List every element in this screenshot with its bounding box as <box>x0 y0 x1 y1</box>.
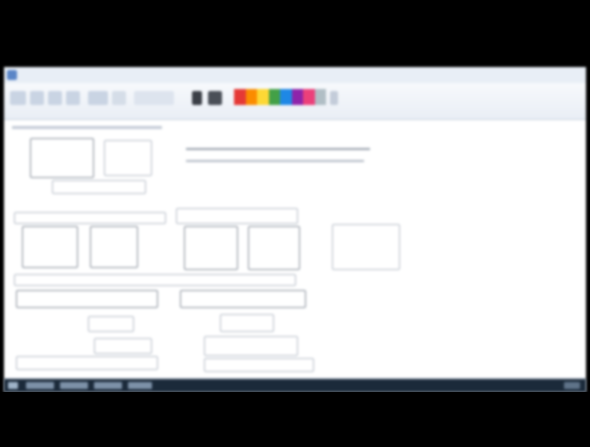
crop-icon[interactable] <box>30 91 44 105</box>
palette-swatch[interactable] <box>303 89 315 105</box>
eraser-icon[interactable] <box>208 91 222 105</box>
task-item-4[interactable] <box>128 382 152 389</box>
brush-icon[interactable] <box>134 91 174 105</box>
color-palette[interactable] <box>234 89 326 105</box>
palette-swatch[interactable] <box>245 89 257 105</box>
drawing-canvas[interactable] <box>4 120 586 378</box>
handwritten-equation <box>220 314 274 332</box>
palette-swatch[interactable] <box>257 89 269 105</box>
letterbox-top <box>0 0 590 67</box>
palette-swatch[interactable] <box>268 89 280 105</box>
handwritten-matrix <box>90 226 138 268</box>
pencil-icon[interactable] <box>88 91 108 105</box>
handwritten-equation <box>88 316 134 332</box>
palette-swatch[interactable] <box>234 89 246 105</box>
paint-app-icon[interactable] <box>7 70 17 80</box>
fill-icon[interactable] <box>112 91 126 105</box>
handwritten-matrix <box>332 224 400 270</box>
handwritten-matrix <box>104 140 152 176</box>
ribbon-toolbar <box>4 83 586 120</box>
taskbar <box>4 379 586 392</box>
task-item-1[interactable] <box>26 382 54 389</box>
handwritten-equation <box>204 336 298 356</box>
letterbox-bottom <box>0 392 590 447</box>
handwritten-matrix <box>248 226 300 270</box>
task-item-5[interactable] <box>564 382 580 389</box>
handwritten-text <box>14 274 296 286</box>
handwritten-text <box>52 180 146 194</box>
picker-icon[interactable] <box>330 91 338 105</box>
rotate-icon[interactable] <box>66 91 80 105</box>
text-icon[interactable] <box>192 91 202 105</box>
palette-swatch[interactable] <box>314 89 326 105</box>
handwritten-text <box>16 356 158 370</box>
title-bar <box>4 67 586 84</box>
palette-swatch[interactable] <box>280 89 292 105</box>
select-icon[interactable] <box>10 91 26 105</box>
resize-icon[interactable] <box>48 91 62 105</box>
start-button[interactable] <box>8 382 18 389</box>
task-item-3[interactable] <box>94 382 122 389</box>
drawn-line <box>186 160 364 162</box>
drawn-line <box>186 148 370 150</box>
handwritten-matrix <box>30 138 94 178</box>
handwritten-equation <box>94 338 152 354</box>
palette-swatch[interactable] <box>291 89 303 105</box>
handwritten-text <box>176 208 298 224</box>
handwritten-text <box>14 212 166 224</box>
paint-window <box>4 67 586 392</box>
handwritten-matrix <box>184 226 238 270</box>
task-item-2[interactable] <box>60 382 88 389</box>
handwritten-text <box>204 358 314 372</box>
canvas-heading-scribble <box>12 126 162 129</box>
handwritten-matrix <box>22 226 78 268</box>
handwritten-equation <box>180 290 306 308</box>
handwritten-equation <box>16 290 158 308</box>
